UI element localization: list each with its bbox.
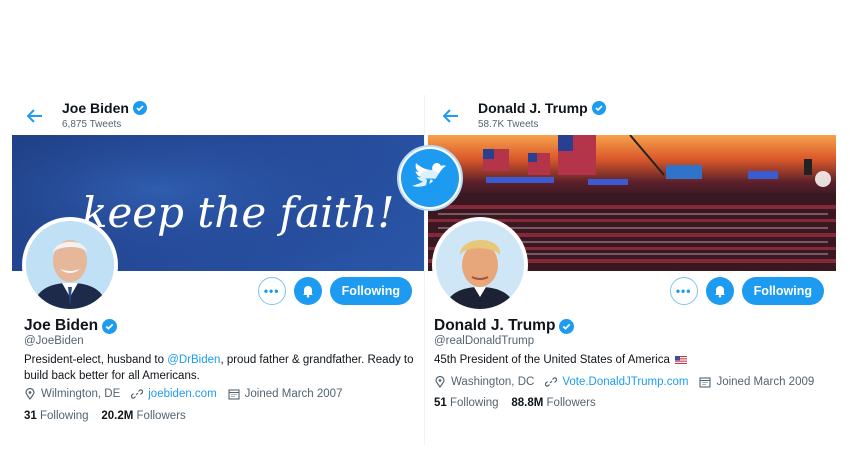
profile-handle: @JoeBiden bbox=[24, 335, 84, 347]
profile-actions: ••• Following bbox=[257, 277, 412, 305]
banner-text: keep the faith! bbox=[82, 188, 394, 237]
calendar-icon bbox=[699, 377, 712, 388]
profile-meta: Wilmington, DE joebiden.com Joined March… bbox=[24, 388, 342, 400]
avatar[interactable] bbox=[432, 217, 528, 313]
profile-meta: Washington, DC Vote.DonaldJTrump.com Joi… bbox=[434, 376, 814, 388]
location-icon bbox=[435, 376, 445, 388]
profile-handle: @realDonaldTrump bbox=[434, 335, 535, 347]
link-icon bbox=[131, 389, 144, 399]
tweet-count: 58.7K Tweets bbox=[478, 119, 539, 130]
notifications-button[interactable] bbox=[705, 277, 734, 305]
profile-header: Joe Biden 6,875 Tweets bbox=[12, 95, 424, 135]
profile-panel-left: Joe Biden 6,875 Tweets keep the faith! •… bbox=[12, 95, 425, 445]
website-link[interactable]: joebiden.com bbox=[148, 388, 216, 400]
header-name: Donald J. Trump bbox=[478, 100, 606, 116]
verified-badge-icon bbox=[102, 318, 118, 334]
back-arrow-icon[interactable] bbox=[22, 103, 48, 129]
avatar[interactable] bbox=[22, 217, 118, 313]
link-icon bbox=[545, 377, 558, 387]
profile-name: Donald J. Trump bbox=[434, 317, 575, 335]
profile-bio: President-elect, husband to @DrBiden, pr… bbox=[24, 354, 414, 382]
profile-actions: ••• Following bbox=[669, 277, 824, 305]
logo-p-mark: P bbox=[423, 175, 437, 194]
website-link[interactable]: Vote.DonaldJTrump.com bbox=[562, 376, 688, 388]
verified-badge-icon bbox=[559, 318, 575, 334]
followers-count-link[interactable]: 20.2M Followers bbox=[101, 410, 185, 422]
back-arrow-icon[interactable] bbox=[438, 103, 464, 129]
following-count-link[interactable]: 31 Following bbox=[24, 410, 89, 422]
more-options-button[interactable]: ••• bbox=[669, 277, 698, 305]
header-name: Joe Biden bbox=[62, 100, 147, 116]
follow-counts: 51 Following 88.8M Followers bbox=[434, 397, 596, 409]
notifications-button[interactable] bbox=[293, 277, 322, 305]
followers-count-link[interactable]: 88.8M Followers bbox=[511, 397, 595, 409]
profile-panel-right: Donald J. Trump 58.7K Tweets ••• Followi… bbox=[428, 95, 836, 445]
profile-header: Donald J. Trump 58.7K Tweets bbox=[428, 95, 836, 135]
follow-counts: 31 Following 20.2M Followers bbox=[24, 410, 186, 422]
following-count-link[interactable]: 51 Following bbox=[434, 397, 499, 409]
verified-badge-icon bbox=[591, 101, 606, 115]
profile-bio: 45th President of the United States of A… bbox=[434, 352, 688, 368]
us-flag-icon bbox=[675, 355, 688, 364]
bell-icon bbox=[714, 286, 725, 298]
bio-mention-link[interactable]: @DrBiden bbox=[167, 354, 220, 366]
verified-badge-icon bbox=[132, 101, 147, 115]
following-button[interactable]: Following bbox=[741, 277, 824, 305]
following-button[interactable]: Following bbox=[329, 277, 412, 305]
more-options-button[interactable]: ••• bbox=[257, 277, 286, 305]
calendar-icon bbox=[228, 389, 240, 400]
tweet-count: 6,875 Tweets bbox=[62, 119, 122, 130]
twitter-bird-logo: P bbox=[397, 145, 463, 211]
location-icon bbox=[25, 388, 35, 400]
bell-icon bbox=[302, 286, 313, 298]
profile-name: Joe Biden bbox=[24, 317, 118, 335]
